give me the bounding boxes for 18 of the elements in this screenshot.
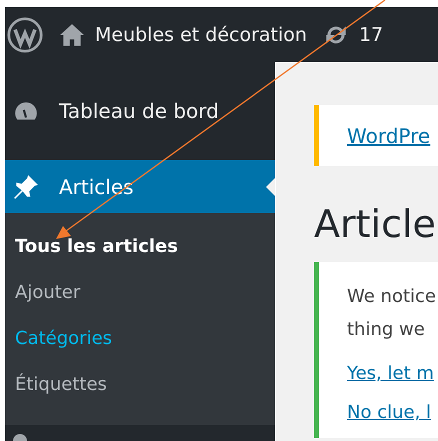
speedometer-icon — [13, 100, 39, 122]
media-icon — [13, 434, 27, 441]
notice-link[interactable]: No clue, l — [347, 401, 432, 424]
house-icon — [59, 22, 85, 46]
notice-link[interactable]: WordPre — [347, 125, 430, 148]
pushpin-icon — [13, 174, 39, 200]
site-name-link[interactable]: Meubles et décoration — [59, 22, 307, 46]
submenu-item[interactable]: Ajouter — [5, 269, 275, 315]
submenu-item[interactable]: Catégories — [5, 315, 275, 361]
page-heading: Article — [314, 202, 437, 246]
notice-text: We notice — [347, 285, 437, 309]
wordpress-logo-icon[interactable] — [7, 16, 43, 52]
updates-link[interactable]: 17 — [322, 22, 384, 48]
submenu-item[interactable]: Étiquettes — [5, 361, 275, 407]
submenu-item[interactable]: Tous les articles — [5, 223, 275, 269]
notice-text: thing we — [347, 318, 426, 342]
notice-link[interactable]: Yes, let m — [347, 362, 434, 385]
sidebar-menu-item[interactable]: Tableau de bord — [5, 84, 275, 137]
